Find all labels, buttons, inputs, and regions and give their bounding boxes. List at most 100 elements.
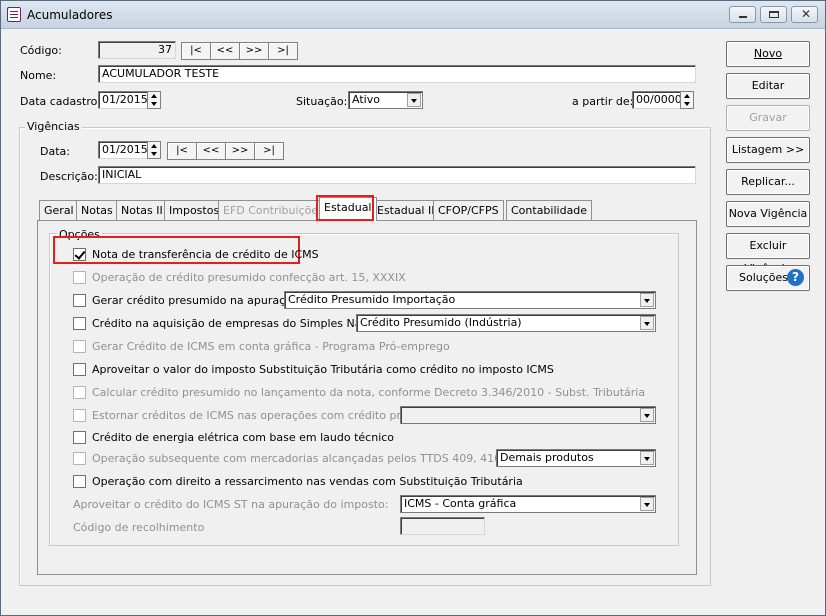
chevron-down-icon[interactable] — [640, 293, 654, 307]
replicar-button-label: Replicar... — [741, 175, 795, 188]
minimize-button[interactable] — [729, 6, 756, 23]
chevron-down-icon[interactable] — [640, 497, 654, 511]
vigencia-data-label: Data: — [40, 145, 70, 158]
excluir-vigencia-button[interactable]: Excluir Vigência — [726, 233, 810, 275]
first-record-button[interactable]: |< — [181, 42, 211, 60]
codigo-navigator: |< << >> >| — [181, 42, 303, 60]
document-icon — [7, 7, 21, 22]
aproveitar-st-checkbox[interactable] — [73, 363, 86, 376]
chevron-down-icon[interactable] — [407, 93, 421, 107]
codigo-label: Código: — [20, 44, 62, 57]
nome-field[interactable]: ACUMULADOR TESTE — [98, 65, 696, 83]
nova-vigencia-button[interactable]: Nova Vigência — [726, 201, 810, 227]
restore-icon — [769, 11, 779, 18]
close-icon: ✕ — [801, 7, 812, 21]
gravar-button[interactable]: Gravar — [726, 105, 810, 131]
novo-button[interactable]: Novo — [726, 41, 810, 67]
pro-emprego-label: Gerar Crédito de ICMS em conta gráfica -… — [92, 340, 450, 353]
nota-transferencia-label: Nota de transferência de crédito de ICMS — [92, 248, 319, 261]
data-cadastro-label: Data cadastro: — [20, 95, 102, 108]
situacao-value: Ativo — [352, 93, 380, 106]
pro-emprego-checkbox[interactable] — [73, 340, 86, 353]
calcular-credito-presumido-checkbox[interactable] — [73, 386, 86, 399]
solucoes-button[interactable]: Soluções ? — [726, 265, 810, 291]
last-record-button[interactable]: >| — [268, 42, 298, 60]
estadual-tab-highlight — [316, 195, 374, 221]
title-bar[interactable]: Acumuladores ✕ — [1, 1, 825, 29]
ressarcimento-checkbox[interactable] — [73, 475, 86, 488]
first-vigencia-button[interactable]: |< — [167, 142, 197, 160]
vigencia-navigator: |< << >> >| — [167, 142, 289, 160]
energia-eletrica-checkbox[interactable] — [73, 431, 86, 444]
listagem-button-label: Listagem >> — [731, 143, 805, 156]
tab-estadual-ii[interactable]: Estadual II — [372, 200, 440, 220]
operacao-subsequente-checkbox[interactable] — [73, 452, 86, 465]
chevron-down-icon[interactable] — [640, 451, 654, 465]
chevron-down-icon[interactable] — [640, 408, 654, 422]
descricao-label: Descrição: — [40, 170, 98, 183]
ressarcimento-label: Operação com direito a ressarcimento nas… — [92, 475, 523, 488]
credito-presumido-select[interactable]: Crédito Presumido Importação — [284, 291, 656, 309]
vigencia-data-field[interactable]: 01/2015 — [98, 141, 148, 159]
estornar-creditos-label: Estornar créditos de ICMS nas operações … — [92, 409, 448, 422]
window: Acumuladores ✕ Código: 37 |< << >> >| No… — [0, 0, 826, 616]
close-button[interactable]: ✕ — [791, 6, 818, 23]
tab-efd-contribuicoes[interactable]: EFD Contribuições — [218, 200, 329, 220]
aproveitar-st-label: Aproveitar o valor do imposto Substituiç… — [92, 363, 554, 376]
previous-vigencia-button[interactable]: << — [196, 142, 226, 160]
last-vigencia-button[interactable]: >| — [254, 142, 284, 160]
simples-nacional-select-value: Crédito Presumido (Indústria) — [360, 316, 522, 329]
vigencias-label: Vigências — [25, 120, 82, 133]
help-icon: ? — [787, 269, 804, 286]
operacao-subsequente-label: Operação subsequente com mercadorias alc… — [92, 452, 543, 465]
nota-transferencia-checkbox[interactable] — [73, 248, 86, 261]
demais-produtos-select-value: Demais produtos — [500, 451, 594, 464]
window-title: Acumuladores — [27, 8, 113, 22]
editar-button[interactable]: Editar — [726, 73, 810, 99]
credito-presumido-confeccao-checkbox[interactable] — [73, 271, 86, 284]
credito-simples-nacional-checkbox[interactable] — [73, 317, 86, 330]
energia-eletrica-label: Crédito de energia elétrica com base em … — [92, 431, 395, 444]
listagem-button[interactable]: Listagem >> — [726, 137, 810, 163]
tab-notas-ii[interactable]: Notas II — [116, 200, 168, 220]
nova-vigencia-button-label: Nova Vigência — [728, 207, 808, 220]
data-cadastro-spinner[interactable] — [147, 91, 161, 109]
tab-cfop-cfps[interactable]: CFOP/CFPS — [433, 200, 504, 220]
tab-contabilidade[interactable]: Contabilidade — [506, 200, 593, 220]
chevron-down-icon[interactable] — [640, 316, 654, 330]
codigo-recolhimento-label: Código de recolhimento — [73, 521, 205, 534]
gravar-button-label: Gravar — [749, 111, 787, 124]
estornar-creditos-select[interactable] — [400, 406, 656, 424]
situacao-select[interactable]: Ativo — [348, 91, 423, 109]
a-partir-label: a partir de: — [572, 95, 634, 108]
minimize-icon — [739, 16, 747, 18]
simples-nacional-select[interactable]: Crédito Presumido (Indústria) — [356, 314, 656, 332]
gerar-credito-presumido-label: Gerar crédito presumido na apuração — [92, 294, 299, 307]
replicar-button[interactable]: Replicar... — [726, 169, 810, 195]
calcular-credito-presumido-label: Calcular crédito presumido no lançamento… — [92, 386, 646, 399]
aproveitar-credito-st-select[interactable]: ICMS - Conta gráfica — [400, 495, 656, 513]
aproveitar-credito-st-label: Aproveitar o crédito do ICMS ST na apura… — [73, 498, 389, 511]
tab-notas[interactable]: Notas — [76, 200, 118, 220]
tab-geral[interactable]: Geral — [39, 200, 79, 220]
tab-impostos[interactable]: Impostos — [164, 200, 225, 220]
vigencia-data-spinner[interactable] — [147, 141, 161, 159]
credito-simples-nacional-label: Crédito na aquisição de empresas do Simp… — [92, 317, 395, 330]
codigo-field[interactable]: 37 — [98, 41, 176, 59]
gerar-credito-presumido-checkbox[interactable] — [73, 294, 86, 307]
restore-button[interactable] — [760, 6, 787, 23]
credito-presumido-confeccao-label: Operação de crédito presumido confecção … — [92, 271, 406, 284]
nome-label: Nome: — [20, 69, 57, 82]
a-partir-spinner[interactable] — [680, 91, 694, 109]
a-partir-field[interactable]: 00/0000 — [632, 91, 681, 109]
editar-button-label: Editar — [751, 79, 785, 92]
next-vigencia-button[interactable]: >> — [225, 142, 255, 160]
codigo-recolhimento-field[interactable] — [400, 517, 485, 535]
demais-produtos-select[interactable]: Demais produtos — [496, 449, 656, 467]
descricao-field[interactable]: INICIAL — [98, 166, 696, 184]
previous-record-button[interactable]: << — [210, 42, 240, 60]
next-record-button[interactable]: >> — [239, 42, 269, 60]
solucoes-button-label: Soluções — [739, 271, 789, 284]
data-cadastro-field[interactable]: 01/2015 — [98, 91, 148, 109]
estornar-creditos-checkbox[interactable] — [73, 409, 86, 422]
